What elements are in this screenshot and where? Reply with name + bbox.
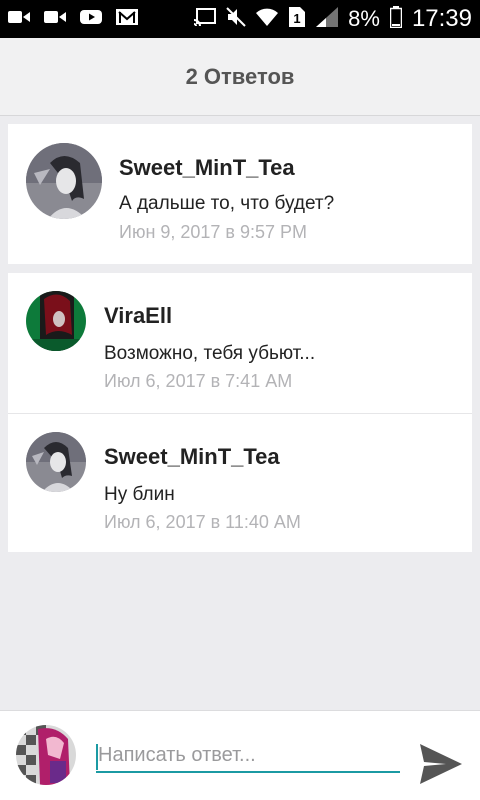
- video-icon: [8, 9, 30, 30]
- comment-text: Возможно, тебя убьют...: [104, 343, 316, 364]
- header: 2 Ответов: [0, 38, 480, 116]
- comment-date: Июл 6, 2017 в 11:40 AM: [104, 512, 301, 532]
- gmail-icon: [116, 8, 138, 31]
- battery-percent: 8%: [348, 6, 380, 31]
- comment-author[interactable]: Sweet_MinT_Tea: [104, 444, 280, 470]
- youtube-icon: [80, 9, 102, 30]
- status-bar-left: [8, 8, 138, 31]
- comment-date: Июл 6, 2017 в 7:41 AM: [104, 371, 293, 391]
- comment-date: Июн 9, 2017 в 9:57 PM: [119, 222, 308, 242]
- comment-item[interactable]: Sweet_MinT_Tea А дальше то, что будет? И…: [8, 124, 472, 264]
- avatar[interactable]: [26, 143, 102, 219]
- send-button[interactable]: [420, 744, 462, 784]
- comment-author[interactable]: ViraEll: [104, 303, 172, 329]
- comment-author[interactable]: Sweet_MinT_Tea: [119, 155, 295, 181]
- reply-input[interactable]: [96, 739, 400, 773]
- status-bar: 1 8% 17:39: [0, 0, 480, 38]
- signal-icon: [316, 6, 339, 32]
- comment-card: ViraEll Возможно, тебя убьют... Июл 6, 2…: [8, 273, 472, 552]
- video-icon: [44, 9, 66, 30]
- comment-text: А дальше то, что будет?: [119, 193, 335, 214]
- svg-text:1: 1: [294, 11, 301, 26]
- reply-bar: [0, 710, 480, 800]
- comment-item[interactable]: ViraEll Возможно, тебя убьют... Июл 6, 2…: [8, 273, 472, 413]
- sim-icon: 1: [288, 6, 306, 33]
- user-avatar: [16, 725, 76, 785]
- comment-card: Sweet_MinT_Tea А дальше то, что будет? И…: [8, 124, 472, 264]
- mute-icon: [226, 6, 246, 32]
- comment-item[interactable]: Sweet_MinT_Tea Ну блин Июл 6, 2017 в 11:…: [8, 413, 472, 552]
- cast-icon: [193, 7, 217, 31]
- avatar[interactable]: [26, 432, 86, 492]
- battery-icon: [389, 5, 403, 33]
- clock: 17:39: [411, 5, 472, 32]
- avatar[interactable]: [26, 291, 86, 351]
- wifi-icon: [256, 7, 279, 32]
- send-icon: [420, 744, 462, 784]
- comment-text: Ну блин: [104, 484, 175, 505]
- page-title: 2 Ответов: [185, 63, 295, 89]
- status-bar-right: 1 8% 17:39: [193, 5, 472, 33]
